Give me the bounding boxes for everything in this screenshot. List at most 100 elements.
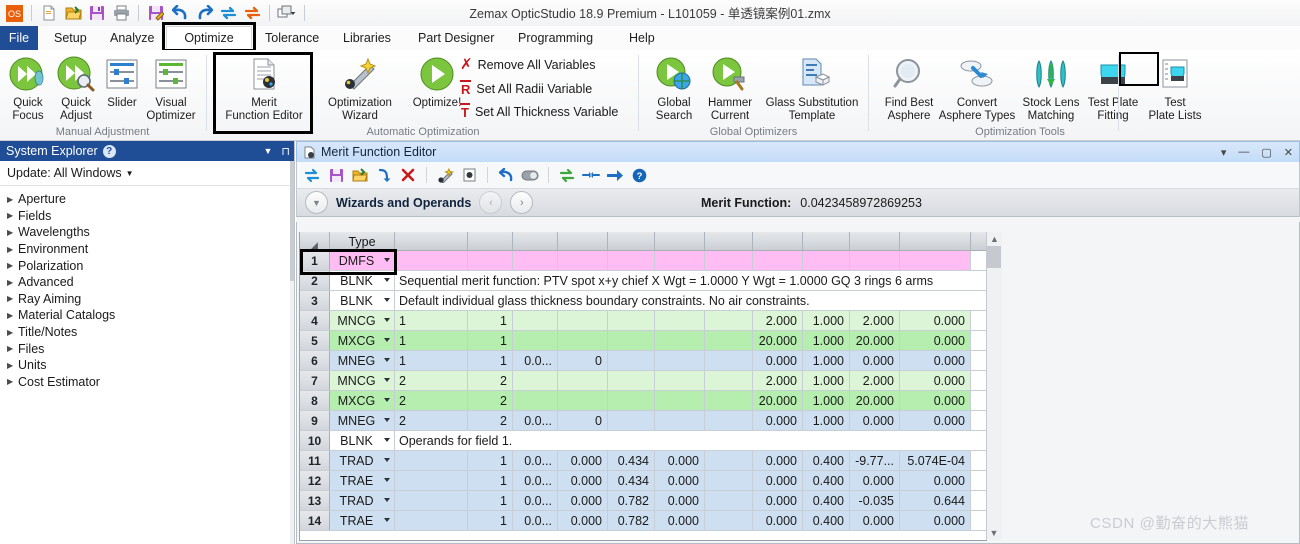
operand-value-cell[interactable] [705,311,753,330]
operand-value-cell[interactable]: 0.782 [608,511,655,530]
operand-value-cell[interactable] [850,251,900,270]
hammer-current-button[interactable]: Hammer Current [698,53,762,123]
operand-value-cell[interactable] [803,251,850,270]
table-row[interactable]: 7 MNCG 2 2 2.000 1.000 2.000 0.000 [300,371,986,391]
operand-type-cell[interactable]: TRAD [330,491,395,510]
operand-value-cell[interactable] [705,371,753,390]
operand-value-cell[interactable]: 0 [558,411,608,430]
operand-value-cell[interactable] [705,351,753,370]
operand-value-cell[interactable]: 0.000 [753,471,803,490]
sidebar-item-aperture[interactable]: ▶ Aperture [0,191,294,208]
operand-value-cell[interactable]: 0 [558,351,608,370]
grid-header-col-1[interactable] [395,232,468,250]
operand-value-cell[interactable] [900,251,971,270]
operand-value-cell[interactable]: 20.000 [753,331,803,350]
operand-value-cell[interactable] [608,411,655,430]
operand-value-cell[interactable] [655,391,705,410]
operand-value-cell[interactable] [705,251,753,270]
help-icon[interactable]: ? [102,144,116,158]
next-icon[interactable] [606,166,624,184]
chevron-down-icon[interactable] [384,298,390,302]
mfe-minimize-button[interactable]: — [1238,146,1249,158]
global-search-button[interactable]: Global Search [645,53,703,123]
operand-value-cell[interactable]: 0.000 [900,311,971,330]
find-best-asphere-button[interactable]: Find Best Asphere [878,53,940,123]
operand-value-cell[interactable]: 0.000 [655,451,705,470]
operand-value-cell[interactable]: 20.000 [850,391,900,410]
menu-item-programming[interactable]: Programming [509,26,602,50]
operand-value-cell[interactable]: 2.000 [850,311,900,330]
chevron-down-icon[interactable] [384,498,390,502]
delete-icon[interactable] [399,166,417,184]
row-number-cell[interactable]: 7 [300,371,330,390]
sidebar-item-files[interactable]: ▶ Files [0,340,294,357]
operand-value-cell[interactable]: 1.000 [803,331,850,350]
menu-item-help[interactable]: Help [620,26,664,50]
operand-value-cell[interactable]: 1.000 [803,311,850,330]
operand-value-cell[interactable]: 2 [468,371,513,390]
operand-value-cell[interactable]: 0.000 [900,471,971,490]
wizards-expander-icon[interactable]: ▼ [305,191,328,214]
menu-item-tolerance[interactable]: Tolerance [256,26,328,50]
operand-value-cell[interactable] [395,451,468,470]
operand-value-cell[interactable]: 20.000 [753,391,803,410]
wizard-next-button[interactable]: › [510,191,534,214]
grid-header-col-9[interactable] [803,232,850,250]
mfe-close-button[interactable]: ✕ [1284,146,1293,159]
mfe-dropdown-button[interactable]: ▾ [1221,146,1227,159]
menu-item-setup[interactable]: Setup [45,26,96,50]
operand-value-cell[interactable]: 1 [468,331,513,350]
operand-value-cell[interactable]: 0.400 [803,511,850,530]
grid-header-col-7[interactable] [705,232,753,250]
operand-value-cell[interactable]: 2 [395,371,468,390]
set-all-thickness-variable-command[interactable]: T Set All Thickness Variable [460,103,618,120]
operand-value-cell[interactable] [395,491,468,510]
operand-value-cell[interactable]: 2 [395,411,468,430]
operand-value-cell[interactable] [558,391,608,410]
convert-asphere-types-button[interactable]: Convert Asphere Types [938,53,1016,123]
operand-value-cell[interactable]: 0.0... [513,411,558,430]
operand-value-cell[interactable]: 1 [395,311,468,330]
chevron-down-icon[interactable] [384,358,390,362]
operand-value-cell[interactable] [705,511,753,530]
table-row[interactable]: 12 TRAE 1 0.0... 0.000 0.434 0.000 0.000 0.400 0.… [300,471,986,491]
operand-value-cell[interactable]: 0.0... [513,451,558,470]
operand-value-cell[interactable] [655,251,705,270]
table-row[interactable]: 8 MXCG 2 2 20.000 1.000 20.000 0.000 [300,391,986,411]
table-row[interactable]: 9 MNEG 2 2 0.0... 0 0.000 1.000 0.000 0.000 [300,411,986,431]
row-number-cell[interactable]: 10 [300,431,330,450]
row-number-cell[interactable]: 4 [300,311,330,330]
operand-value-cell[interactable] [513,391,558,410]
operand-value-cell[interactable]: 1 [468,471,513,490]
operand-value-cell[interactable] [608,311,655,330]
grid-header-col-3[interactable] [513,232,558,250]
open-icon[interactable] [351,166,369,184]
chevron-down-icon[interactable] [384,318,390,322]
operand-value-cell[interactable]: 0.000 [558,491,608,510]
grid-header-type[interactable]: Type [330,232,395,250]
operand-value-cell[interactable]: 1.000 [803,411,850,430]
operand-value-cell[interactable] [558,251,608,270]
table-row[interactable]: 5 MXCG 1 1 20.000 1.000 20.000 0.000 [300,331,986,351]
operand-value-cell[interactable]: 5.074E-04 [900,451,971,470]
operand-value-cell[interactable]: 0.0... [513,351,558,370]
row-number-cell[interactable]: 13 [300,491,330,510]
operand-value-cell[interactable] [753,251,803,270]
operand-value-cell[interactable]: 0.000 [655,511,705,530]
operand-value-cell[interactable] [513,311,558,330]
collapse-icon[interactable]: ▼ [263,146,272,156]
menu-item-file[interactable]: File [0,26,38,50]
operand-value-cell[interactable]: 2 [468,391,513,410]
operand-value-cell[interactable] [395,471,468,490]
sidebar-item-advanced[interactable]: ▶ Advanced [0,274,294,291]
table-row[interactable]: 11 TRAD 1 0.0... 0.000 0.434 0.000 0.000 0.400 -9… [300,451,986,471]
scroll-down-arrow-icon[interactable]: ▼ [987,526,1001,540]
menu-item-part-designer[interactable]: Part Designer [409,26,503,50]
operand-value-cell[interactable]: 0.0... [513,511,558,530]
row-number-cell[interactable]: 3 [300,291,330,310]
help-icon[interactable]: ? [630,166,648,184]
operand-value-cell[interactable]: 1 [468,491,513,510]
operand-type-cell[interactable]: MNEG [330,351,395,370]
row-number-cell[interactable]: 6 [300,351,330,370]
operand-value-cell[interactable] [608,391,655,410]
